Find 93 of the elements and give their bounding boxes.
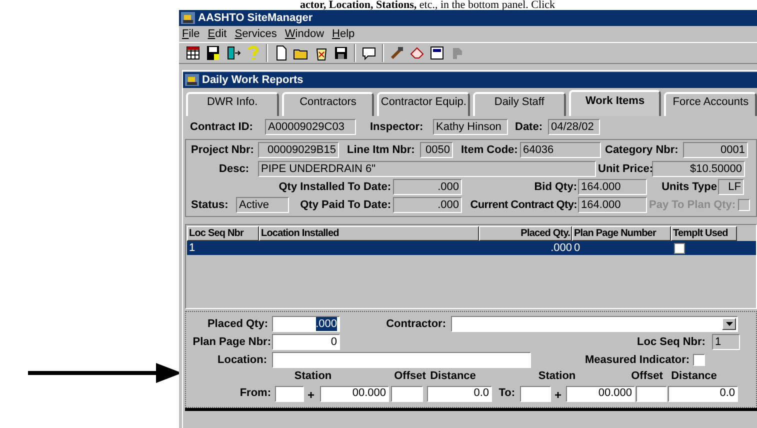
field-label: Qty Installed To Date:	[278, 180, 391, 195]
text-field[interactable]: 0050	[420, 142, 453, 158]
input-field[interactable]	[391, 386, 423, 402]
field-label: Units Type	[660, 180, 717, 195]
column-header[interactable]: Templt Used	[671, 226, 737, 241]
help-icon	[245, 45, 261, 61]
input-field[interactable]	[272, 352, 531, 368]
input-field[interactable]: 0	[272, 334, 340, 350]
text-field[interactable]: PIPE UNDERDRAIN 6"	[258, 161, 596, 177]
field-label: To:	[498, 386, 515, 402]
field-label: Contractor:	[386, 316, 446, 332]
text-field[interactable]: 164.000	[578, 179, 647, 195]
text-field[interactable]: .000	[393, 179, 462, 195]
column-header: Distance	[429, 368, 477, 384]
column-header[interactable]: Loc Seq Nbr	[187, 226, 259, 241]
field-label: Desc:	[218, 162, 249, 177]
field-label: Measured Indicator:	[585, 352, 686, 368]
input-field[interactable]	[275, 386, 304, 402]
text-field[interactable]: LF	[718, 179, 744, 195]
column-header: Offset	[630, 368, 664, 384]
field-label: Current Contract Qty:	[469, 198, 577, 213]
field-label: Item Code:	[461, 142, 519, 158]
window-title: AASHTO SiteManager	[198, 10, 313, 26]
field-label: Date:	[515, 120, 544, 135]
column-header[interactable]: Plan Page Number	[572, 226, 671, 241]
floppy-icon	[205, 45, 221, 61]
grid-icon	[185, 45, 201, 61]
field-label: Bid Qty:	[533, 180, 577, 195]
document-text: actor, Location, Stations, etc., in the bottom panel. Click	[300, 0, 556, 10]
input-field[interactable]: 00.000	[566, 386, 635, 402]
table-row[interactable]: 1 .000 0	[187, 241, 756, 255]
menu-item[interactable]: Services	[234, 26, 277, 42]
dialog-title: Daily Work Reports	[202, 72, 304, 88]
table-cell-text: 0	[573, 241, 582, 255]
field-label: Location:	[216, 352, 267, 368]
field-label: Line Itm Nbr:	[347, 142, 416, 158]
input-field[interactable]	[520, 386, 551, 402]
column-header: Distance	[670, 368, 718, 384]
tab[interactable]: Contractor Equip.	[377, 92, 470, 116]
menu-item[interactable]: File	[182, 26, 200, 42]
input-field[interactable]: 0.0	[668, 386, 738, 402]
input-field[interactable]: 00.000	[320, 386, 389, 402]
text-field[interactable]: 1	[712, 334, 740, 350]
field-label: Inspector:	[370, 120, 424, 135]
tab[interactable]: Work Items	[568, 90, 662, 116]
tab[interactable]: Force Accounts	[664, 92, 757, 116]
dropdown-field[interactable]	[451, 316, 738, 332]
column-header: Station	[293, 368, 333, 384]
text-field[interactable]: Active	[236, 197, 289, 213]
table-cell-text: .000	[550, 241, 572, 255]
calculator-icon	[429, 45, 445, 61]
text-field[interactable]: 04/28/02	[548, 119, 600, 135]
field-label: Unit Price:	[598, 162, 652, 177]
text-field[interactable]: 164.000	[578, 197, 647, 213]
text-field[interactable]: 00009029B15	[258, 142, 339, 158]
plus-sign: +	[306, 387, 316, 404]
checkbox[interactable]	[693, 354, 705, 366]
tab[interactable]: DWR Info.	[186, 92, 279, 116]
field-label: Category Nbr:	[605, 142, 679, 158]
field-label: Contract ID:	[190, 120, 254, 135]
field-label: Qty Paid To Date:	[299, 198, 391, 213]
text-field[interactable]: $10.50000	[652, 161, 745, 177]
text-field[interactable]: Kathy Hinson	[433, 119, 508, 135]
text-field[interactable]: .000	[393, 197, 462, 213]
column-header[interactable]: Location Installed	[259, 226, 479, 241]
column-header: Offset	[393, 368, 427, 384]
plus-sign: +	[553, 387, 562, 404]
text-field[interactable]: 0001	[683, 142, 748, 158]
field-label: Project Nbr:	[191, 142, 254, 158]
field-label: Placed Qty:	[206, 316, 268, 332]
text-field[interactable]: A00009029C03	[265, 119, 356, 135]
column-header: Station	[537, 368, 577, 384]
field-label: From:	[238, 386, 271, 402]
menu-item[interactable]: Window	[284, 26, 324, 42]
arrow-icon	[28, 363, 182, 383]
field-label: Plan Page Nbr:	[192, 334, 271, 350]
field-label: Status:	[191, 198, 230, 213]
field-label: Loc Seq Nbr:	[637, 334, 706, 350]
hammer-icon	[389, 45, 405, 61]
save-icon	[333, 45, 349, 61]
input-field[interactable]: .000	[272, 316, 340, 332]
text-field[interactable]: 64036	[520, 142, 601, 158]
speech-bubble-icon	[361, 45, 377, 61]
input-field[interactable]	[636, 386, 667, 402]
tab[interactable]: Contractors	[282, 92, 374, 116]
menu-item[interactable]: Edit	[208, 26, 227, 42]
tab[interactable]: Daily Staff	[473, 92, 566, 116]
column-header[interactable]: Placed Qty.	[479, 226, 572, 241]
menu-item[interactable]: Help	[332, 26, 355, 42]
door-icon	[225, 45, 241, 61]
checkbox[interactable]	[674, 242, 685, 254]
table-cell-text: 1	[188, 241, 196, 255]
input-field[interactable]: 0.0	[427, 386, 492, 402]
